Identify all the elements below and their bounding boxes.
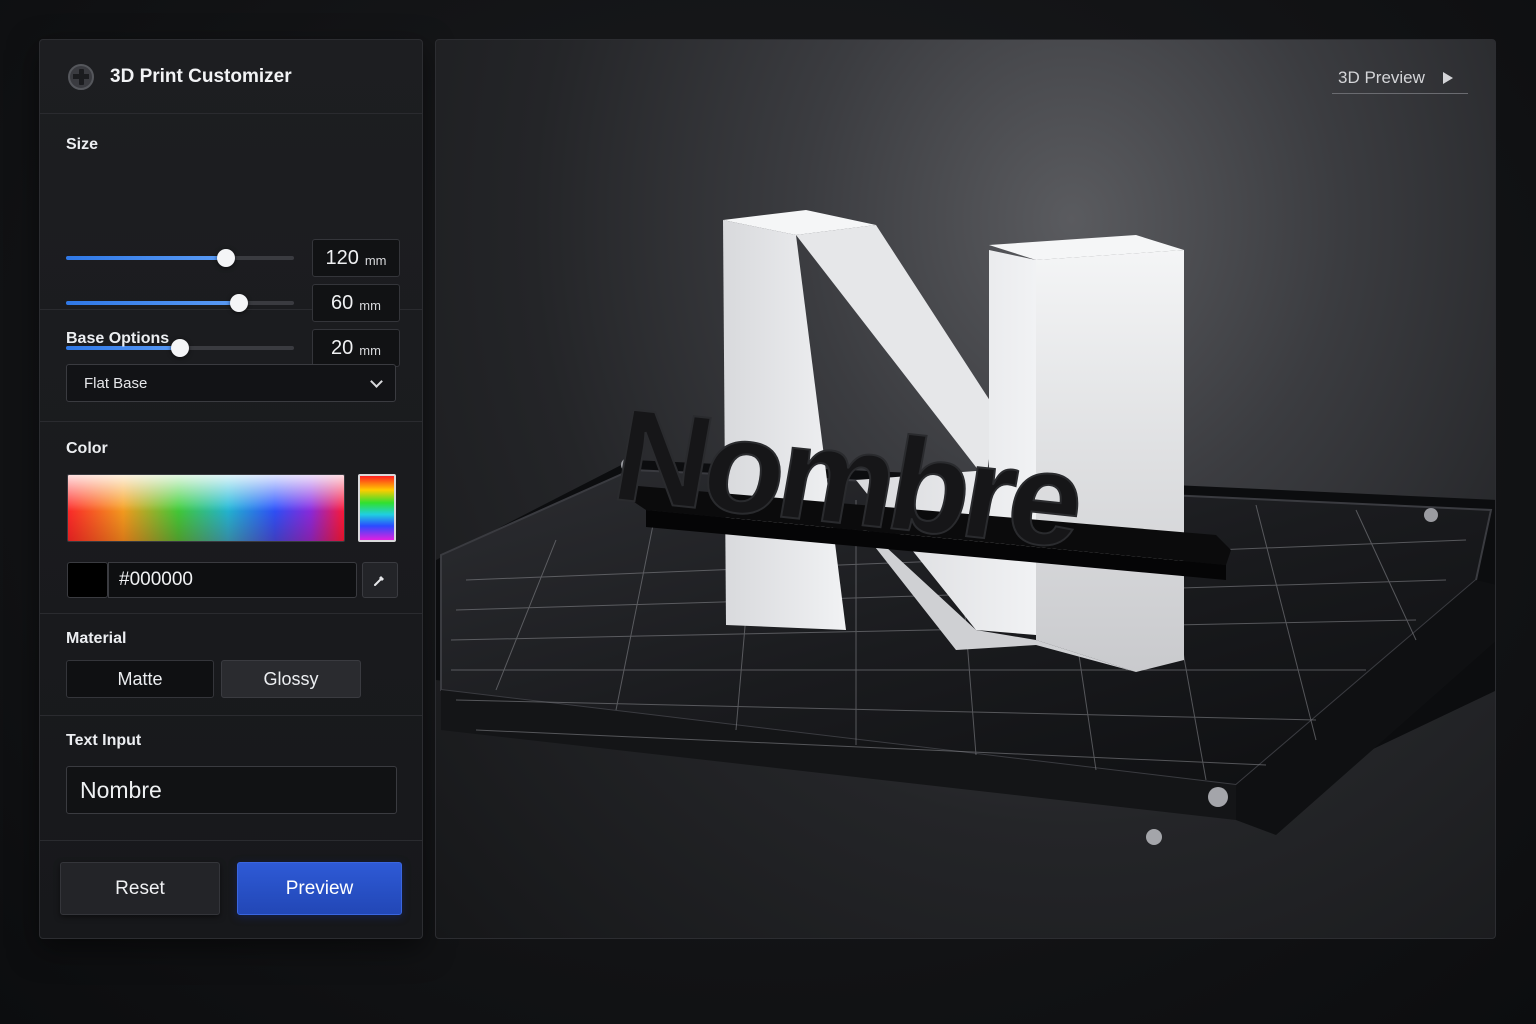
reset-button[interactable]: Reset: [60, 862, 220, 915]
custom-text-input[interactable]: [66, 766, 397, 814]
material-section: Material Matte Glossy: [40, 614, 422, 716]
material-label: Material: [66, 630, 127, 647]
base-options-select[interactable]: Flat Base: [66, 364, 396, 402]
slider-fill: [66, 301, 240, 305]
customizer-panel: 3D Print Customizer Size 120 mm 60 mm 20…: [39, 39, 423, 939]
base-options-value: Flat Base: [84, 374, 148, 392]
3d-scene[interactable]: Nombre: [436, 40, 1496, 939]
slider-track[interactable]: [66, 294, 294, 312]
eyedropper-button[interactable]: [362, 562, 398, 598]
size-section: Size 120 mm 60 mm 20 mm: [40, 114, 422, 367]
preview-tab-label: 3D Preview: [1338, 67, 1425, 87]
base-options-section: Base Options Flat Base: [40, 310, 422, 422]
size-slider-1[interactable]: 120 mm: [66, 239, 400, 277]
size-value-box-1[interactable]: 120 mm: [312, 239, 400, 277]
arrow-right-icon: [1442, 71, 1453, 84]
size-unit: mm: [364, 252, 387, 268]
panel-title: 3D Print Customizer: [110, 65, 292, 87]
color-label: Color: [66, 440, 108, 457]
color-spectrum-picker[interactable]: [67, 474, 345, 542]
preview-button[interactable]: Preview: [237, 862, 402, 915]
material-glossy-button[interactable]: Glossy: [221, 660, 361, 698]
preview-tab[interactable]: 3D Preview: [1332, 62, 1468, 94]
base-options-label: Base Options: [66, 330, 170, 347]
material-matte-button[interactable]: Matte: [66, 660, 214, 698]
color-swatch[interactable]: [67, 562, 108, 598]
slider-thumb[interactable]: [216, 249, 235, 267]
preview-viewport[interactable]: Nombre 3D Preview: [435, 39, 1496, 939]
slider-fill: [66, 256, 226, 260]
text-input-label: Text Input: [66, 732, 142, 749]
hue-slider[interactable]: [358, 474, 396, 542]
hex-color-input[interactable]: [108, 562, 357, 598]
panel-footer: Reset Preview: [40, 841, 422, 941]
printer-logo-icon: [68, 63, 94, 90]
color-section: Color: [40, 422, 422, 614]
panel-header: 3D Print Customizer: [40, 40, 422, 114]
text-input-section: Text Input: [40, 716, 422, 841]
chevron-down-icon: [370, 375, 383, 388]
size-label: Size: [66, 136, 99, 153]
slider-track[interactable]: [66, 249, 294, 267]
size-value: 120: [325, 246, 359, 269]
eyedropper-icon: [374, 576, 384, 586]
